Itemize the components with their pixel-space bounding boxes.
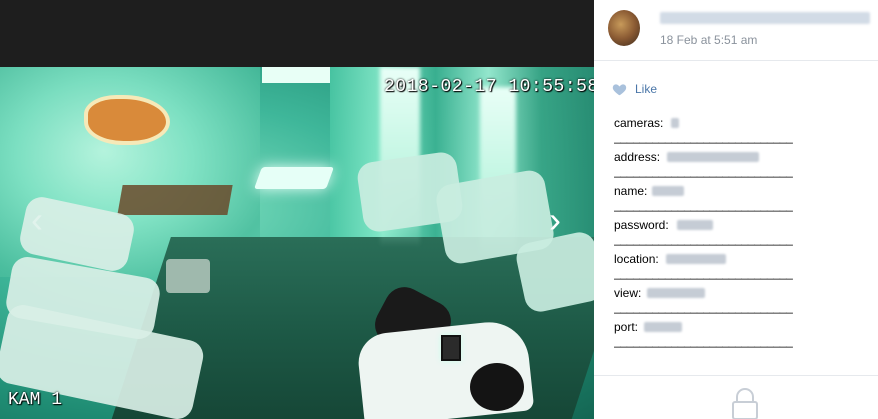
camera-timestamp: 2018-02-17 10:55:58 (384, 77, 594, 97)
field-label: location: (614, 252, 659, 266)
field-password: password: ____________________________ (614, 215, 824, 249)
separator-line: ____________________________ (614, 334, 793, 348)
field-location: location: ____________________________ (614, 249, 824, 283)
photo-viewer: 2018-02-17 10:55:58 KAM 1 ‹ › (0, 0, 594, 419)
field-label: password: (614, 218, 669, 232)
separator-line: ____________________________ (614, 164, 793, 178)
separator-line: ____________________________ (614, 300, 793, 314)
field-label: name: (614, 184, 648, 198)
redacted-value (644, 322, 682, 332)
like-button[interactable]: Like (612, 82, 657, 96)
field-address: address: ____________________________ (614, 147, 824, 181)
field-label: view: (614, 286, 642, 300)
field-label: address: (614, 150, 661, 164)
redacted-value (647, 288, 705, 298)
redacted-value (677, 220, 713, 230)
field-view: view: ____________________________ (614, 283, 824, 317)
post-text: cameras: ____________________________ ad… (614, 113, 824, 351)
field-port: port: ____________________________ (614, 317, 824, 351)
avatar[interactable] (608, 10, 640, 46)
post-sidebar: 18 Feb at 5:51 am Like cameras: ________… (594, 0, 878, 419)
divider (594, 375, 878, 376)
field-label: port: (614, 320, 639, 334)
redacted-value (666, 254, 726, 264)
camera-feed-image (0, 67, 594, 419)
field-cameras: cameras: ____________________________ (614, 113, 824, 147)
field-label: cameras: (614, 116, 664, 130)
like-label: Like (635, 82, 658, 96)
chevron-left-icon: ‹ (31, 199, 43, 240)
separator-line: ____________________________ (614, 130, 793, 144)
separator-line: ____________________________ (614, 266, 793, 280)
lock-icon (732, 388, 758, 419)
field-name: name: ____________________________ (614, 181, 824, 215)
previous-photo-button[interactable]: ‹ (22, 202, 52, 238)
heart-icon (612, 84, 627, 96)
redacted-value (667, 152, 759, 162)
next-photo-button[interactable]: › (540, 202, 570, 238)
author-name-redacted[interactable] (660, 12, 870, 24)
chevron-right-icon: › (549, 199, 561, 240)
separator-line: ____________________________ (614, 198, 793, 212)
post-date[interactable]: 18 Feb at 5:51 am (660, 33, 757, 47)
redacted-value (671, 118, 679, 128)
post-header: 18 Feb at 5:51 am (594, 0, 878, 61)
redacted-value (652, 186, 684, 196)
viewer-top-band (0, 0, 594, 67)
separator-line: ____________________________ (614, 232, 793, 246)
camera-label: KAM 1 (8, 390, 63, 410)
